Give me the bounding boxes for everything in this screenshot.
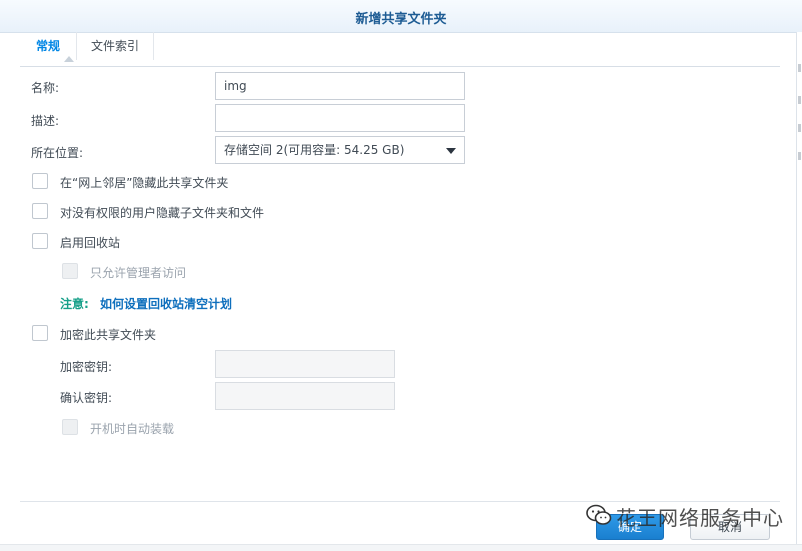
location-label: 所在位置: (31, 146, 84, 160)
confirm-key-input[interactable] (215, 382, 395, 410)
right-frame-mark (798, 124, 801, 132)
description-input[interactable] (215, 104, 465, 132)
dialog-title: 新增共享文件夹 (355, 12, 447, 27)
auto-mount-label: 开机时自动装载 (90, 422, 175, 436)
admin-only-label: 只允许管理者访问 (90, 266, 187, 280)
watermark-text: 花王网络服务中心 (616, 506, 784, 530)
encrypt-key-label: 加密密钥: (60, 360, 113, 374)
hide-subfolders-label: 对没有权限的用户隐藏子文件夹和文件 (60, 206, 265, 220)
auto-mount-checkbox[interactable] (62, 419, 78, 435)
tab-bar: 常规 文件索引 (20, 32, 780, 67)
right-frame (796, 32, 802, 550)
location-select-value: 存储空间 2(可用容量: 54.25 GB) (224, 143, 405, 157)
admin-only-checkbox[interactable] (62, 263, 78, 279)
tab-separator (153, 32, 154, 60)
confirm-key-label: 确认密钥: (60, 391, 113, 405)
recycle-bin-checkbox[interactable] (32, 233, 48, 249)
tab-file-index[interactable]: 文件索引 (77, 32, 153, 60)
encrypt-checkbox[interactable] (32, 325, 48, 341)
dialog-titlebar: 新增共享文件夹 (0, 0, 802, 33)
encrypt-key-input[interactable] (215, 350, 395, 378)
recycle-bin-schedule-link[interactable]: 如何设置回收站清空计划 (100, 295, 232, 312)
wechat-icon (586, 504, 612, 525)
dropdown-arrow-icon (446, 148, 456, 154)
name-input[interactable] (215, 72, 465, 100)
name-label: 名称: (31, 81, 60, 95)
hide-subfolders-checkbox[interactable] (32, 203, 48, 219)
recycle-bin-label: 启用回收站 (60, 236, 121, 250)
hide-network-checkbox[interactable] (32, 173, 48, 189)
description-label: 描述: (31, 114, 60, 128)
right-frame-mark (798, 152, 801, 160)
right-frame-mark (798, 96, 801, 104)
right-frame-mark (798, 64, 801, 72)
active-tab-indicator (64, 56, 74, 62)
encrypt-label: 加密此共享文件夹 (60, 328, 157, 342)
hide-network-label: 在“网上邻居”隐藏此共享文件夹 (60, 176, 229, 190)
create-shared-folder-dialog: 新增共享文件夹 常规 文件索引 名称: 描述: 所在位置: 存储空间 2(可用容… (0, 0, 802, 551)
location-select[interactable]: 存储空间 2(可用容量: 54.25 GB) (215, 136, 465, 164)
note-label: 注意: (60, 297, 89, 311)
